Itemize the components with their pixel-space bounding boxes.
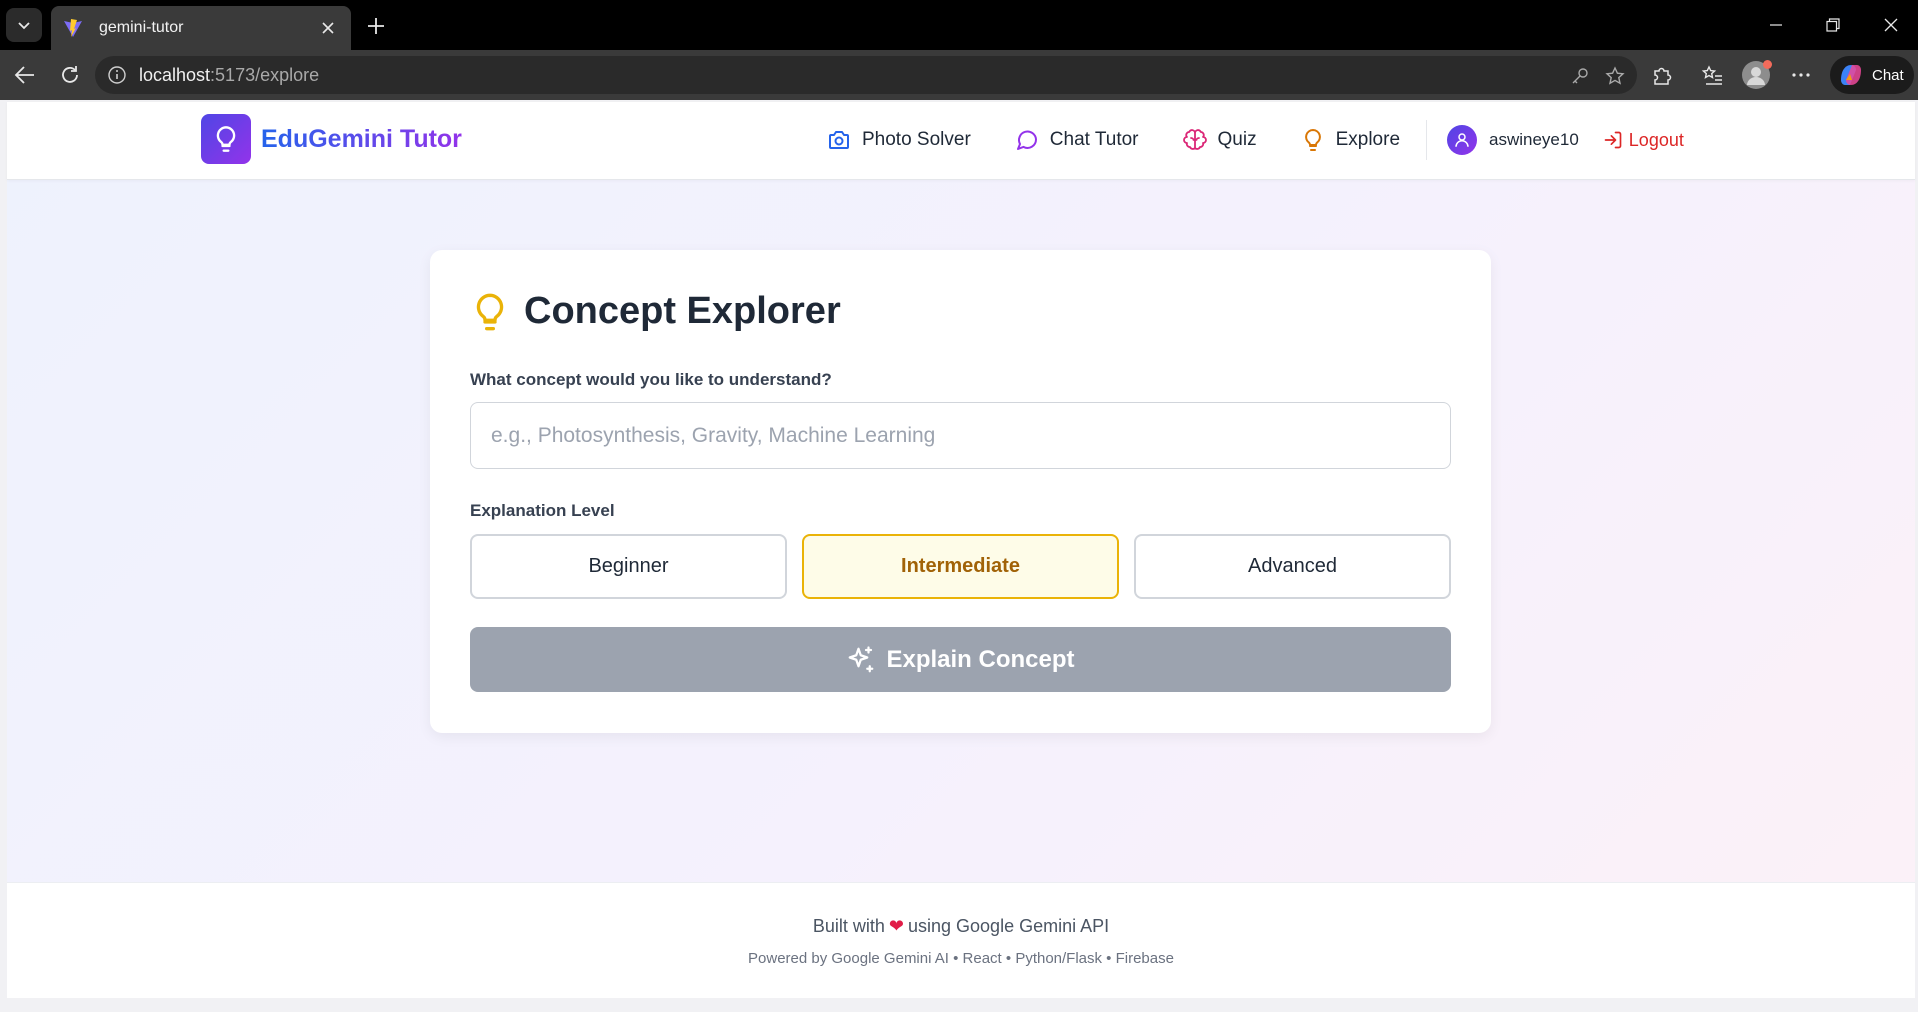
footer-credit: Built with ❤ using Google Gemini API — [7, 916, 1915, 937]
username: aswineye10 — [1489, 130, 1579, 149]
brand-logo — [201, 114, 251, 164]
browser-toolbar: localhost:5173/explore — [0, 50, 1918, 100]
close-icon — [322, 22, 334, 34]
nav-label: Photo Solver — [862, 129, 971, 150]
heart-icon: ❤ — [888, 916, 904, 936]
url-path: :5173/explore — [210, 64, 320, 85]
nav-label: Explore — [1335, 129, 1401, 150]
plus-icon — [368, 18, 384, 34]
copilot-icon — [1841, 65, 1861, 85]
logout-label: Logout — [1628, 129, 1684, 150]
brand[interactable]: EduGemini Tutor — [201, 114, 462, 164]
vite-favicon-icon — [64, 19, 82, 37]
star-outline-icon — [1605, 66, 1625, 85]
footer-powered-by: Powered by Google Gemini AI • React • Py… — [748, 950, 1174, 967]
explain-concept-button[interactable]: Explain Concept — [470, 627, 1451, 692]
concept-label: What concept would you like to understan… — [470, 370, 832, 389]
arrow-left-icon — [14, 66, 34, 84]
brain-icon — [1182, 129, 1207, 150]
browser-tab[interactable]: gemini-tutor — [51, 6, 351, 50]
nav-label: Quiz — [1217, 129, 1257, 150]
more-menu-button[interactable] — [1786, 60, 1816, 90]
favorite-button[interactable] — [1603, 64, 1627, 88]
sparkles-icon — [849, 645, 874, 672]
level-selector: Beginner Intermediate Advanced — [470, 534, 1451, 599]
close-icon — [1884, 18, 1898, 32]
chat-bubble-icon — [1016, 130, 1037, 150]
level-beginner-button[interactable]: Beginner — [470, 534, 787, 599]
camera-icon — [829, 131, 849, 149]
new-tab-button[interactable] — [360, 10, 392, 42]
user-icon — [1455, 133, 1469, 147]
footer-built-suffix: using Google Gemini API — [908, 916, 1110, 936]
extensions-button[interactable] — [1647, 60, 1677, 90]
key-icon — [1572, 68, 1588, 84]
explain-label: Explain Concept — [886, 645, 1075, 673]
copilot-chat-button[interactable]: Chat — [1830, 56, 1914, 94]
restore-icon — [1826, 18, 1840, 32]
level-intermediate-button[interactable]: Intermediate — [802, 534, 1119, 599]
nav-explore[interactable]: Explore — [1301, 128, 1400, 152]
brand-name: EduGemini Tutor — [261, 124, 462, 153]
footer: Built with ❤ using Google Gemini API Power… — [7, 882, 1915, 998]
level-advanced-button[interactable]: Advanced — [1134, 534, 1451, 599]
main-nav: Photo Solver Chat Tutor Quiz Explore asw… — [827, 119, 1684, 161]
close-window-button[interactable] — [1871, 10, 1911, 40]
address-bar[interactable]: localhost:5173/explore — [95, 56, 1637, 94]
password-key-button[interactable] — [1568, 64, 1592, 88]
puzzle-icon — [1654, 67, 1672, 85]
browser-tab-bar: gemini-tutor — [0, 0, 1918, 50]
nav-chat-tutor[interactable]: Chat Tutor — [1015, 128, 1139, 152]
ellipsis-icon — [1792, 73, 1810, 77]
nav-photo-solver[interactable]: Photo Solver — [827, 128, 971, 152]
nav-quiz[interactable]: Quiz — [1182, 128, 1257, 152]
copilot-label: Chat — [1872, 66, 1904, 84]
lightbulb-icon — [476, 293, 504, 330]
url-host: localhost — [139, 64, 211, 85]
chevron-down-icon — [18, 22, 30, 30]
reload-icon — [62, 66, 78, 83]
minimize-icon — [1770, 24, 1782, 26]
app-header: EduGemini Tutor Photo Solver Chat Tutor … — [7, 102, 1915, 180]
footer-built-prefix: Built with — [812, 916, 885, 936]
nav-divider — [1426, 120, 1428, 160]
lightbulb-icon — [1304, 129, 1321, 151]
tab-title: gemini-tutor — [99, 19, 184, 36]
minimize-button[interactable] — [1756, 10, 1796, 40]
restore-button[interactable] — [1813, 10, 1853, 40]
user-avatar[interactable] — [1447, 125, 1478, 155]
concept-explorer-card: Concept Explorer What concept would you … — [430, 250, 1491, 733]
logout-icon — [1604, 131, 1622, 149]
lightbulb-icon — [216, 126, 236, 152]
tab-close-button[interactable] — [317, 17, 339, 39]
level-label: Explanation Level — [470, 501, 615, 520]
card-header: Concept Explorer — [470, 290, 841, 333]
logout-button[interactable]: Logout — [1603, 130, 1684, 151]
favorites-button[interactable] — [1697, 60, 1727, 90]
notification-dot — [1763, 60, 1772, 69]
concept-input[interactable] — [470, 402, 1451, 469]
tab-list-button[interactable] — [6, 8, 42, 42]
page: EduGemini Tutor Photo Solver Chat Tutor … — [7, 102, 1915, 998]
back-button[interactable] — [10, 60, 40, 90]
info-icon[interactable] — [107, 65, 127, 85]
nav-label: Chat Tutor — [1049, 129, 1139, 150]
page-title: Concept Explorer — [524, 290, 841, 332]
favorites-list-icon — [1701, 65, 1722, 85]
reload-button[interactable] — [55, 60, 85, 90]
